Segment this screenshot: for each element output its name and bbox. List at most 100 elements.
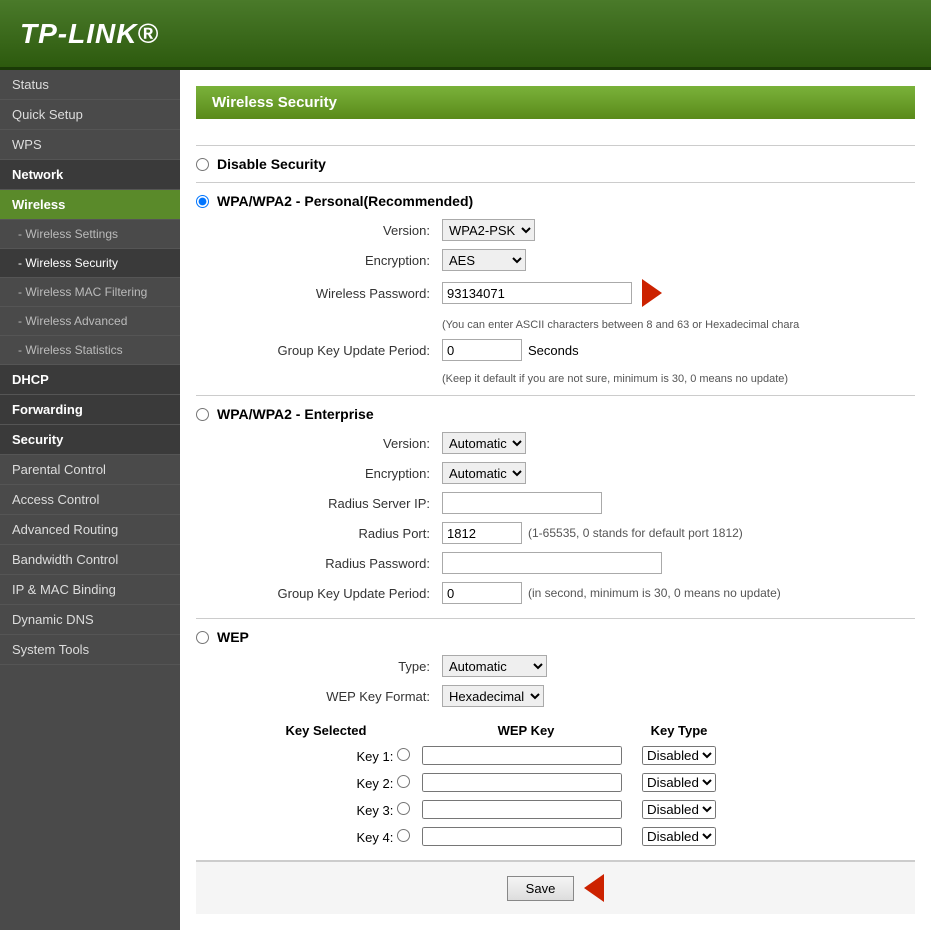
wep-key1-type-select[interactable]: Disabled 64bit 128bit 152bit: [642, 746, 716, 765]
sidebar-item-access-control[interactable]: Access Control: [0, 485, 180, 515]
sidebar-item-network[interactable]: Network: [0, 160, 180, 190]
layout: Status Quick Setup WPS Network Wireless …: [0, 70, 931, 930]
ent-radius-port-label: Radius Port:: [236, 518, 436, 548]
divider-top: [196, 145, 915, 146]
page-title-bar: Wireless Security: [196, 86, 915, 119]
wpa-encryption-select[interactable]: Automatic TKIP AES: [442, 249, 526, 271]
ent-encryption-row: Encryption: Automatic TKIP AES: [236, 458, 787, 488]
wep-key4-input[interactable]: [422, 827, 622, 846]
sidebar-item-bandwidth-control[interactable]: Bandwidth Control: [0, 545, 180, 575]
wpa-password-label: Wireless Password:: [236, 275, 436, 311]
ent-group-key-input[interactable]: [442, 582, 522, 604]
wep-key2-label-text: Key 2:: [357, 776, 394, 791]
wep-key3-type-select[interactable]: Disabled 64bit 128bit 152bit: [642, 800, 716, 819]
sidebar-item-ip-mac-binding[interactable]: IP & MAC Binding: [0, 575, 180, 605]
header: TP-LINK®: [0, 0, 931, 70]
ent-radius-password-row: Radius Password:: [236, 548, 787, 578]
wep-key4-type-select[interactable]: Disabled 64bit 128bit 152bit: [642, 827, 716, 846]
ent-group-key-label: Group Key Update Period:: [236, 578, 436, 608]
sidebar-item-wireless-mac-filtering[interactable]: - Wireless MAC Filtering: [0, 278, 180, 307]
sidebar-item-wireless-security[interactable]: - Wireless Security: [0, 249, 180, 278]
wpa-group-key-row: Group Key Update Period: Seconds: [236, 335, 585, 365]
wpa-version-row: Version: Automatic WPA-PSK WPA2-PSK: [236, 215, 668, 245]
sidebar-item-forwarding[interactable]: Forwarding: [0, 395, 180, 425]
disable-security-radio[interactable]: [196, 158, 209, 171]
radius-password-input[interactable]: [442, 552, 662, 574]
wep-key-selected-header: Key Selected: [236, 719, 416, 742]
wep-key1-label-text: Key 1:: [357, 749, 394, 764]
ent-version-select[interactable]: Automatic WPA WPA2: [442, 432, 526, 454]
sidebar-item-wps[interactable]: WPS: [0, 130, 180, 160]
wep-key2-type-select[interactable]: Disabled 64bit 128bit 152bit: [642, 773, 716, 792]
wep-radio[interactable]: [196, 631, 209, 644]
save-button[interactable]: Save: [507, 876, 575, 901]
wep-section-header: WEP: [196, 629, 915, 645]
wpa-encryption-row: Encryption: Automatic TKIP AES: [236, 245, 668, 275]
wpa-personal-radio[interactable]: [196, 195, 209, 208]
disable-security-label: Disable Security: [217, 156, 326, 172]
wep-key1-label: Key 1:: [236, 742, 416, 769]
ent-encryption-label: Encryption:: [236, 458, 436, 488]
radius-port-input[interactable]: [442, 522, 522, 544]
ent-radius-port-row: Radius Port: (1-65535, 0 stands for defa…: [236, 518, 787, 548]
wpa-password-hint: (You can enter ASCII characters between …: [442, 319, 915, 331]
wpa-enterprise-form: Version: Automatic WPA WPA2 Encryption: …: [236, 428, 787, 608]
wep-key-type-header: Key Type: [636, 719, 722, 742]
sidebar-item-wireless[interactable]: Wireless: [0, 190, 180, 220]
sidebar-item-quick-setup[interactable]: Quick Setup: [0, 100, 180, 130]
radius-server-ip-input[interactable]: [442, 492, 602, 514]
wep-type-row: Type: Automatic Open System Shared Key: [236, 651, 553, 681]
sidebar-item-wireless-statistics[interactable]: - Wireless Statistics: [0, 336, 180, 365]
wep-format-label: WEP Key Format:: [236, 681, 436, 711]
wep-type-label: Type:: [236, 651, 436, 681]
wep-keys-table: Key Selected WEP Key Key Type Key 1: Dis…: [236, 719, 722, 850]
sidebar-item-status[interactable]: Status: [0, 70, 180, 100]
table-row: Key 2: Disabled 64bit 128bit 152bit: [236, 769, 722, 796]
wep-key3-input[interactable]: [422, 800, 622, 819]
wpa-group-key-label: Group Key Update Period:: [236, 335, 436, 365]
wep-format-select[interactable]: Hexadecimal ASCII: [442, 685, 544, 707]
sidebar-item-parental-control[interactable]: Parental Control: [0, 455, 180, 485]
wep-key1-radio[interactable]: [397, 748, 410, 761]
table-row: Key 1: Disabled 64bit 128bit 152bit: [236, 742, 722, 769]
divider-2: [196, 395, 915, 396]
wep-keys-header: Key Selected WEP Key Key Type: [236, 719, 722, 742]
sidebar-item-dhcp[interactable]: DHCP: [0, 365, 180, 395]
content-area: Disable Security WPA/WPA2 - Personal(Rec…: [180, 119, 931, 930]
wep-key2-radio[interactable]: [397, 775, 410, 788]
sidebar-item-dynamic-dns[interactable]: Dynamic DNS: [0, 605, 180, 635]
wpa-version-select[interactable]: Automatic WPA-PSK WPA2-PSK: [442, 219, 535, 241]
wpa-personal-label: WPA/WPA2 - Personal(Recommended): [217, 193, 473, 209]
ent-encryption-select[interactable]: Automatic TKIP AES: [442, 462, 526, 484]
save-bar: Save: [196, 860, 915, 914]
wpa-group-key-form: Group Key Update Period: Seconds: [236, 335, 585, 365]
wpa-enterprise-label: WPA/WPA2 - Enterprise: [217, 406, 374, 422]
ent-group-key-row: Group Key Update Period: (in second, min…: [236, 578, 787, 608]
main-content: Wireless Security Disable Security WPA/W…: [180, 70, 931, 930]
wireless-password-input[interactable]: [442, 282, 632, 304]
sidebar-item-wireless-settings[interactable]: - Wireless Settings: [0, 220, 180, 249]
wep-key2-input[interactable]: [422, 773, 622, 792]
save-arrow-icon: [584, 874, 604, 902]
wpa-group-key-hint: (Keep it default if you are not sure, mi…: [442, 373, 915, 385]
wpa-group-key-input[interactable]: [442, 339, 522, 361]
wep-key3-radio[interactable]: [397, 802, 410, 815]
ent-radius-ip-row: Radius Server IP:: [236, 488, 787, 518]
table-row: Key 3: Disabled 64bit 128bit 152bit: [236, 796, 722, 823]
wep-key-header: WEP Key: [416, 719, 636, 742]
wpa-version-label: Version:: [236, 215, 436, 245]
sidebar-item-advanced-routing[interactable]: Advanced Routing: [0, 515, 180, 545]
divider-1: [196, 182, 915, 183]
wep-form: Type: Automatic Open System Shared Key W…: [236, 651, 553, 711]
wep-key3-label: Key 3:: [236, 796, 416, 823]
sidebar-item-wireless-advanced[interactable]: - Wireless Advanced: [0, 307, 180, 336]
sidebar-item-security[interactable]: Security: [0, 425, 180, 455]
wep-type-select[interactable]: Automatic Open System Shared Key: [442, 655, 547, 677]
wpa-enterprise-radio[interactable]: [196, 408, 209, 421]
wep-key4-radio[interactable]: [397, 829, 410, 842]
sidebar-item-system-tools[interactable]: System Tools: [0, 635, 180, 665]
wep-format-row: WEP Key Format: Hexadecimal ASCII: [236, 681, 553, 711]
ent-group-key-hint: (in second, minimum is 30, 0 means no up…: [528, 586, 781, 600]
wep-key1-input[interactable]: [422, 746, 622, 765]
wpa-encryption-label: Encryption:: [236, 245, 436, 275]
